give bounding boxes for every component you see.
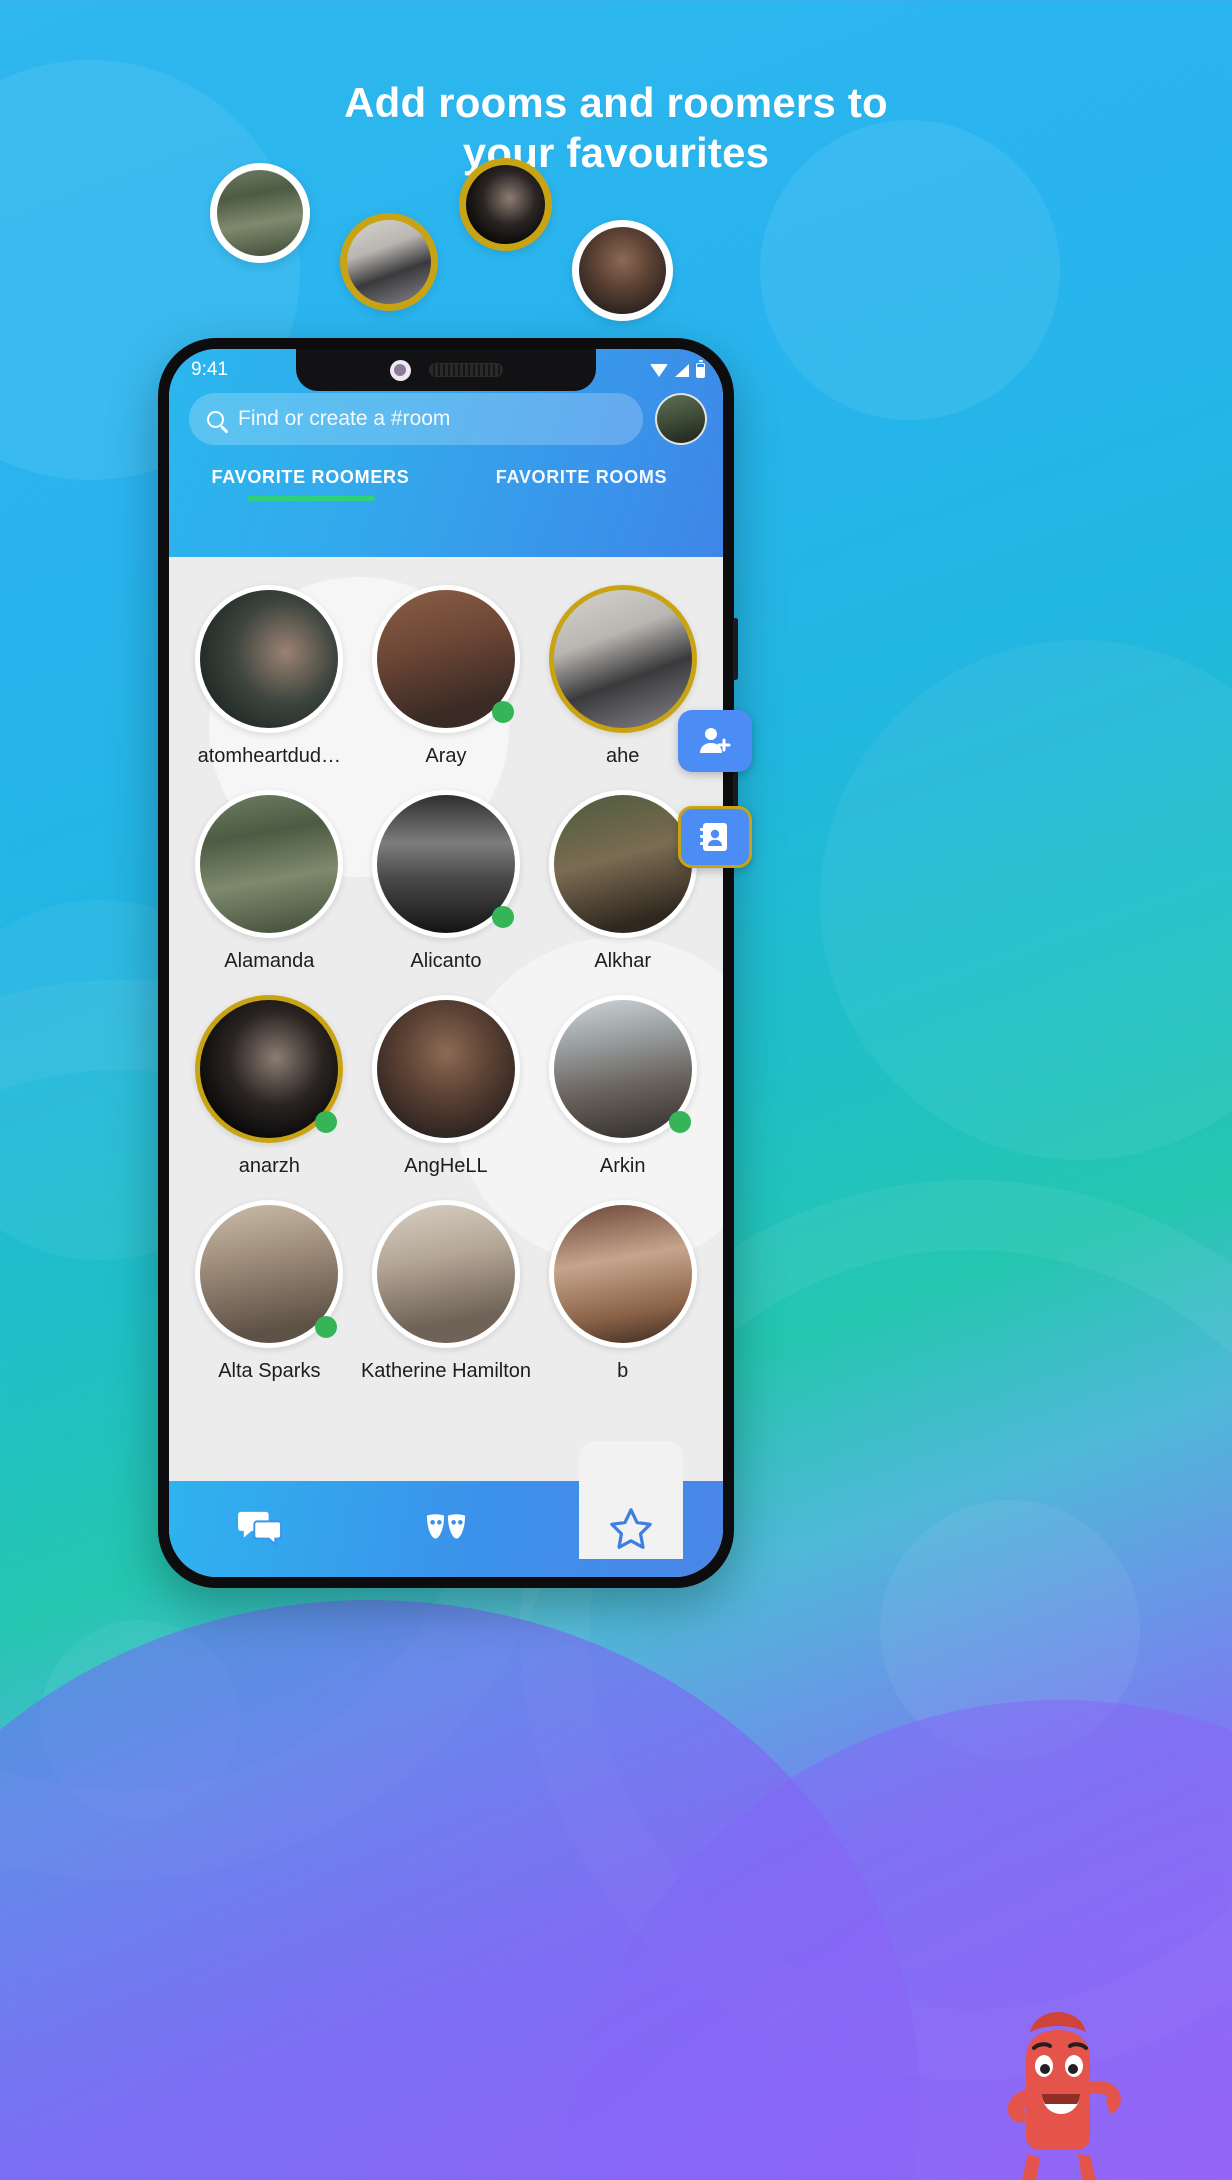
avatar[interactable]: [195, 995, 344, 1143]
app-header: 9:41 Find or create a #room FAVORITE ROO…: [169, 349, 723, 557]
list-item-label: Arkin: [599, 1155, 646, 1177]
avatar[interactable]: [548, 995, 697, 1143]
signal-icon: [675, 363, 689, 377]
chat-bubbles-icon: [238, 1511, 283, 1547]
avatar[interactable]: [371, 1200, 520, 1348]
search-input[interactable]: Find or create a #room: [189, 393, 643, 445]
rooms-tab[interactable]: [354, 1508, 539, 1550]
avatar-image: [548, 1200, 697, 1348]
tab-bar: FAVORITE ROOMERS FAVORITE ROOMS: [169, 467, 723, 501]
status-bar-clock: 9:41: [191, 359, 228, 380]
list-item[interactable]: Aray: [358, 575, 535, 774]
list-item[interactable]: Alamanda: [181, 780, 358, 979]
list-item[interactable]: Katherine Hamilton: [358, 1190, 535, 1389]
add-person-fab[interactable]: [678, 710, 752, 772]
online-status-dot: [315, 1111, 338, 1133]
status-bar-icons: [650, 360, 705, 378]
list-item[interactable]: anarzh: [181, 985, 358, 1184]
list-item-label: Katherine Hamilton: [360, 1360, 532, 1382]
masks-icon: [426, 1514, 466, 1539]
list-item[interactable]: atomheartdud…: [181, 575, 358, 774]
avatar[interactable]: [195, 790, 344, 938]
avatar-image: [371, 1200, 520, 1348]
online-status-dot: [315, 1316, 338, 1338]
contacts-fab[interactable]: [678, 806, 752, 868]
tab-favorite-rooms[interactable]: FAVORITE ROOMS: [446, 467, 717, 501]
wifi-icon: [650, 363, 668, 377]
search-row: Find or create a #room: [169, 391, 723, 445]
online-status-dot: [491, 701, 514, 723]
favorites-tab[interactable]: [538, 1441, 723, 1559]
phone-volume-button: [733, 618, 738, 680]
avatar-image: [195, 790, 344, 938]
search-icon: [207, 410, 224, 428]
list-item-label: atomheartdud…: [197, 745, 342, 767]
hero-stairs-avatar: [340, 213, 438, 311]
battery-icon: [696, 360, 705, 378]
list-item[interactable]: Alta Sparks: [181, 1190, 358, 1389]
list-item-label: Alta Sparks: [218, 1360, 321, 1382]
list-item[interactable]: AngHeLL: [358, 985, 535, 1184]
list-item-label: anarzh: [238, 1155, 300, 1177]
online-status-dot: [668, 1111, 691, 1133]
roomers-grid: atomheartdud… Aray ahe Alamanda Alicanto…: [169, 557, 723, 1389]
star-icon: [609, 1508, 652, 1549]
avatar-image: [195, 585, 344, 733]
hero-man-blue-avatar: [572, 220, 673, 321]
my-profile-avatar[interactable]: [655, 393, 707, 445]
tab-favorite-roomers-label: FAVORITE ROOMERS: [211, 467, 410, 487]
avatar[interactable]: [371, 995, 520, 1143]
avatar-image: [371, 995, 520, 1143]
person-add-icon: [700, 728, 731, 753]
avatar[interactable]: [548, 585, 697, 733]
avatar[interactable]: [548, 790, 697, 938]
bottom-navigation: [169, 1441, 723, 1577]
avatar-image: [548, 790, 697, 938]
hero-avatar-cluster: [0, 150, 1232, 340]
hero-forest-avatar: [210, 163, 310, 263]
contact-card-icon: [700, 823, 727, 851]
avatar[interactable]: [195, 585, 344, 733]
avatar[interactable]: [371, 790, 520, 938]
avatar[interactable]: [195, 1200, 344, 1348]
list-item-label: Alkhar: [594, 950, 652, 972]
list-item-label: Aray: [425, 745, 467, 767]
list-item[interactable]: b: [534, 1190, 711, 1389]
list-item-label: AngHeLL: [404, 1155, 488, 1177]
online-status-dot: [491, 906, 514, 928]
headline-line-1: Add rooms and roomers to: [344, 79, 888, 126]
status-bar: 9:41: [169, 349, 723, 391]
phone-mockup: 9:41 Find or create a #room FAVORITE ROO…: [158, 338, 752, 1588]
tab-favorite-roomers[interactable]: FAVORITE ROOMERS: [175, 467, 446, 501]
search-placeholder: Find or create a #room: [238, 407, 451, 430]
mascot-character: [1007, 2012, 1121, 2180]
roomers-list[interactable]: atomheartdud… Aray ahe Alamanda Alicanto…: [169, 557, 723, 1481]
hero-dark-portrait-avatar: [459, 158, 552, 251]
list-item-label: b: [617, 1360, 629, 1382]
avatar-image: [548, 585, 697, 733]
tab-favorite-rooms-label: FAVORITE ROOMS: [495, 467, 668, 487]
list-item-label: Alamanda: [224, 950, 315, 972]
list-item-label: Alicanto: [410, 950, 482, 972]
list-item[interactable]: Alicanto: [358, 780, 535, 979]
deco-blob: [820, 640, 1232, 1160]
tab-active-underline: [246, 496, 375, 501]
list-item[interactable]: Arkin: [534, 985, 711, 1184]
avatar[interactable]: [371, 585, 520, 733]
avatar[interactable]: [548, 1200, 697, 1348]
chats-tab[interactable]: [169, 1508, 354, 1550]
phone-screen: 9:41 Find or create a #room FAVORITE ROO…: [169, 349, 723, 1577]
